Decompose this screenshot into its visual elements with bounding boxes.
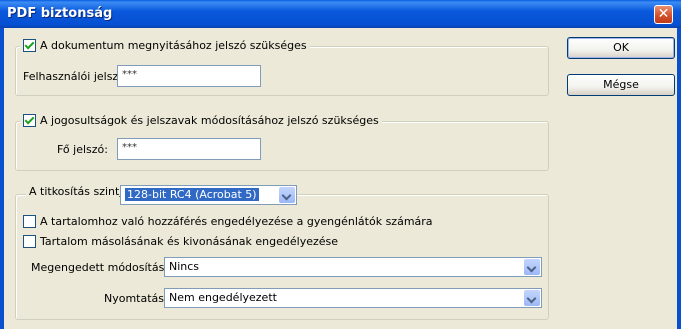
encryption-level-value: 128-bit RC4 (Acrobat 5)	[125, 188, 259, 201]
accessibility-option[interactable]: A tartalomhoz való hozzáférés engedélyez…	[23, 215, 433, 228]
copy-option[interactable]: Tartalom másolásának és kivonásának enge…	[23, 235, 338, 248]
permissions-password-checkbox-label: A jogosultságok és jelszavak módosításáh…	[40, 114, 379, 127]
open-password-checkbox[interactable]	[23, 39, 36, 52]
user-password-field[interactable]: ***	[117, 65, 261, 87]
printing-label: Nyomtatás:	[104, 292, 168, 305]
cancel-button[interactable]: Mégse	[567, 74, 675, 96]
chevron-down-icon[interactable]	[524, 290, 540, 306]
encryption-level-label: A titkosítás szintje:	[29, 185, 133, 198]
open-password-checkbox-label: A dokumentum megnyitásához jelszó szüksé…	[40, 39, 307, 52]
window-frame-right	[677, 28, 681, 329]
pdf-security-dialog: PDF biztonság ✕ A dokumentum megnyitásáh…	[0, 0, 681, 329]
master-password-label: Fő jelszó:	[57, 143, 108, 156]
chevron-down-icon[interactable]	[279, 187, 295, 203]
copy-checkbox[interactable]	[23, 235, 36, 248]
allowed-changes-select[interactable]: Nincs	[164, 257, 542, 277]
user-password-label: Felhasználói jelszó:	[23, 70, 129, 83]
copy-checkbox-label: Tartalom másolásának és kivonásának enge…	[40, 235, 339, 248]
permissions-password-checkbox[interactable]	[23, 114, 36, 127]
title-bar[interactable]: PDF biztonság ✕	[0, 0, 681, 28]
permissions-password-legend[interactable]: A jogosultságok és jelszavak módosításáh…	[20, 114, 382, 127]
accessibility-checkbox[interactable]	[23, 215, 36, 228]
allowed-changes-label: Megengedett módosítások:	[31, 261, 182, 274]
ok-button[interactable]: OK	[567, 37, 675, 59]
dialog-title: PDF biztonság	[7, 6, 113, 21]
chevron-down-icon[interactable]	[524, 259, 540, 275]
close-icon[interactable]: ✕	[654, 5, 673, 24]
encryption-level-select[interactable]: 128-bit RC4 (Acrobat 5)	[120, 185, 297, 205]
accessibility-checkbox-label: A tartalomhoz való hozzáférés engedélyez…	[40, 215, 433, 228]
window-frame-left	[0, 28, 4, 329]
open-password-legend[interactable]: A dokumentum megnyitásához jelszó szüksé…	[20, 39, 310, 52]
allowed-changes-value: Nincs	[169, 260, 200, 273]
printing-select[interactable]: Nem engedélyezett	[164, 288, 542, 308]
printing-value: Nem engedélyezett	[169, 291, 277, 304]
master-password-field[interactable]: ***	[117, 138, 261, 160]
